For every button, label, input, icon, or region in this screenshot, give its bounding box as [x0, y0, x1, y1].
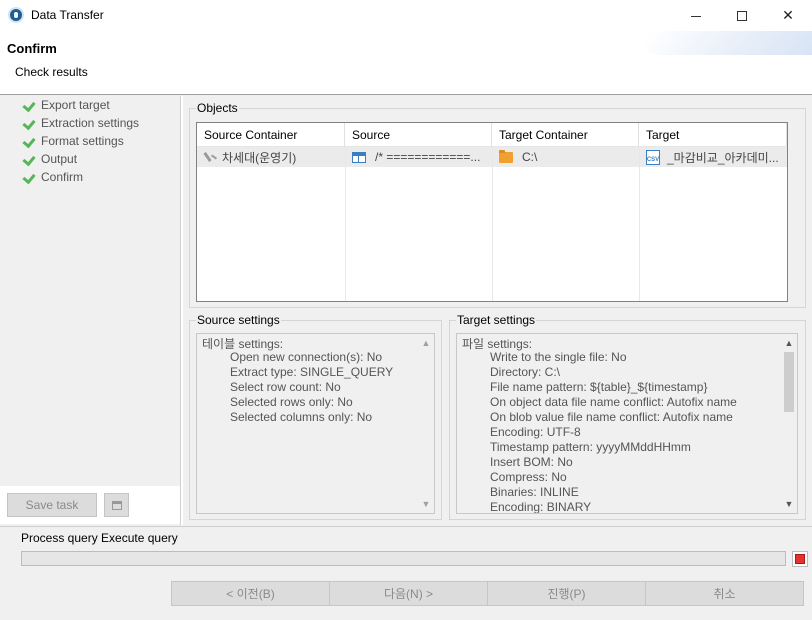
- settings-line: Timestamp pattern: yyyyMMddHHmm: [490, 440, 691, 454]
- wizard-header: Confirm Check results: [0, 31, 812, 95]
- maximize-icon: [737, 10, 747, 21]
- close-icon: ✕: [782, 7, 794, 23]
- step-label: Extraction settings: [41, 116, 140, 130]
- cell-text: C:\: [522, 150, 538, 164]
- header-decoration: [629, 31, 812, 55]
- objects-table[interactable]: Source Container Source Target Container…: [196, 122, 788, 302]
- settings-line: Write to the single file: No: [490, 350, 627, 364]
- settings-line: File name pattern: ${table}_${timestamp}: [490, 380, 708, 394]
- scroll-thumb[interactable]: [784, 352, 794, 412]
- source-settings-text[interactable]: 테이블 settings: Open new connection(s): No…: [196, 333, 435, 514]
- source-settings-label: Source settings: [196, 313, 281, 327]
- table-icon: [352, 151, 366, 163]
- vertical-scrollbar[interactable]: ▲ ▼: [781, 334, 797, 513]
- check-icon: [23, 153, 35, 165]
- settings-line: Encoding: BINARY: [490, 500, 592, 514]
- settings-line: Extract type: SINGLE_QUERY: [230, 365, 394, 379]
- cell-text: 차세대(운영기): [222, 150, 297, 165]
- table-header: Source Container Source Target Container…: [197, 123, 787, 147]
- maximize-button[interactable]: [719, 0, 765, 31]
- settings-line: Binaries: INLINE: [490, 485, 579, 499]
- minimize-icon: [691, 16, 701, 17]
- column-divider: [345, 147, 346, 301]
- step-label: Output: [41, 152, 78, 166]
- scroll-down-icon[interactable]: ▼: [784, 499, 794, 509]
- window-title: Data Transfer: [31, 8, 104, 22]
- task-footer: Save task: [0, 486, 180, 524]
- cell-target-container: C:\: [492, 147, 639, 167]
- save-task-button[interactable]: Save task: [7, 493, 97, 517]
- check-icon: [23, 135, 35, 147]
- cell-text: /* ============...: [375, 150, 481, 164]
- title-bar: Data Transfer ✕: [0, 0, 812, 31]
- page-subtitle: Check results: [15, 65, 88, 79]
- cell-text: _마감비교_아카데미...: [667, 150, 779, 165]
- steps-panel: Export target Extraction settings Format…: [0, 96, 180, 525]
- target-settings-text[interactable]: 파일 settings: Write to the single file: N…: [456, 333, 798, 514]
- settings-line: On blob value file name conflict: Autofi…: [490, 410, 733, 424]
- step-export-target[interactable]: Export target: [23, 96, 110, 114]
- step-output[interactable]: Output: [23, 150, 77, 168]
- cell-target: CSV _마감비교_아카데미...: [639, 147, 787, 167]
- column-header-target-container[interactable]: Target Container: [492, 123, 639, 147]
- task-config-button[interactable]: [104, 493, 129, 517]
- objects-group-label: Objects: [196, 101, 239, 115]
- next-button[interactable]: 다음(N) >: [329, 581, 488, 606]
- connection-icon: [204, 151, 217, 163]
- settings-line: Select row count: No: [230, 380, 341, 394]
- cell-source: /* ============...: [345, 147, 492, 167]
- column-header-source-container[interactable]: Source Container: [197, 123, 345, 147]
- check-icon: [23, 171, 35, 183]
- settings-line: Compress: No: [490, 470, 567, 484]
- minimize-button[interactable]: [673, 0, 719, 31]
- panel-divider[interactable]: [180, 96, 183, 525]
- back-button[interactable]: < 이전(B): [171, 581, 330, 606]
- stop-button[interactable]: [792, 551, 808, 567]
- bottom-bar: Process query Execute query < 이전(B) 다음(N…: [0, 526, 812, 620]
- cancel-button[interactable]: 취소: [645, 581, 804, 606]
- settings-line: Directory: C:\: [490, 365, 561, 379]
- proceed-button[interactable]: 진행(P): [487, 581, 646, 606]
- column-divider: [639, 147, 640, 301]
- column-divider: [492, 147, 493, 301]
- vertical-scrollbar[interactable]: ▲ ▼: [418, 334, 434, 513]
- step-format-settings[interactable]: Format settings: [23, 132, 124, 150]
- scroll-down-icon[interactable]: ▼: [421, 499, 431, 509]
- printer-icon: [111, 500, 122, 510]
- close-button[interactable]: ✕: [765, 0, 811, 31]
- stop-icon: [795, 554, 805, 564]
- folder-icon: [499, 149, 513, 163]
- settings-line: Open new connection(s): No: [230, 350, 383, 364]
- csv-file-icon: CSV: [646, 149, 660, 165]
- dbeaver-icon: [8, 7, 24, 23]
- step-extraction-settings[interactable]: Extraction settings: [23, 114, 139, 132]
- column-header-target[interactable]: Target: [639, 123, 787, 147]
- cell-source-container: 차세대(운영기): [197, 147, 345, 167]
- step-label: Confirm: [41, 170, 84, 184]
- check-icon: [23, 99, 35, 111]
- step-label: Export target: [41, 98, 110, 112]
- scroll-up-icon[interactable]: ▲: [421, 338, 431, 348]
- scroll-up-icon[interactable]: ▲: [784, 338, 794, 348]
- progress-label: Process query Execute query: [21, 531, 178, 545]
- page-title: Confirm: [7, 41, 57, 56]
- check-icon: [23, 117, 35, 129]
- settings-line: Insert BOM: No: [490, 455, 573, 469]
- step-confirm[interactable]: Confirm: [23, 168, 83, 186]
- column-header-source[interactable]: Source: [345, 123, 492, 147]
- settings-line: Selected rows only: No: [230, 395, 353, 409]
- progress-bar: [21, 551, 786, 566]
- settings-line: Encoding: UTF-8: [490, 425, 581, 439]
- step-label: Format settings: [41, 134, 124, 148]
- target-settings-label: Target settings: [456, 313, 537, 327]
- settings-line: Selected columns only: No: [230, 410, 373, 424]
- settings-line: On object data file name conflict: Autof…: [490, 395, 737, 409]
